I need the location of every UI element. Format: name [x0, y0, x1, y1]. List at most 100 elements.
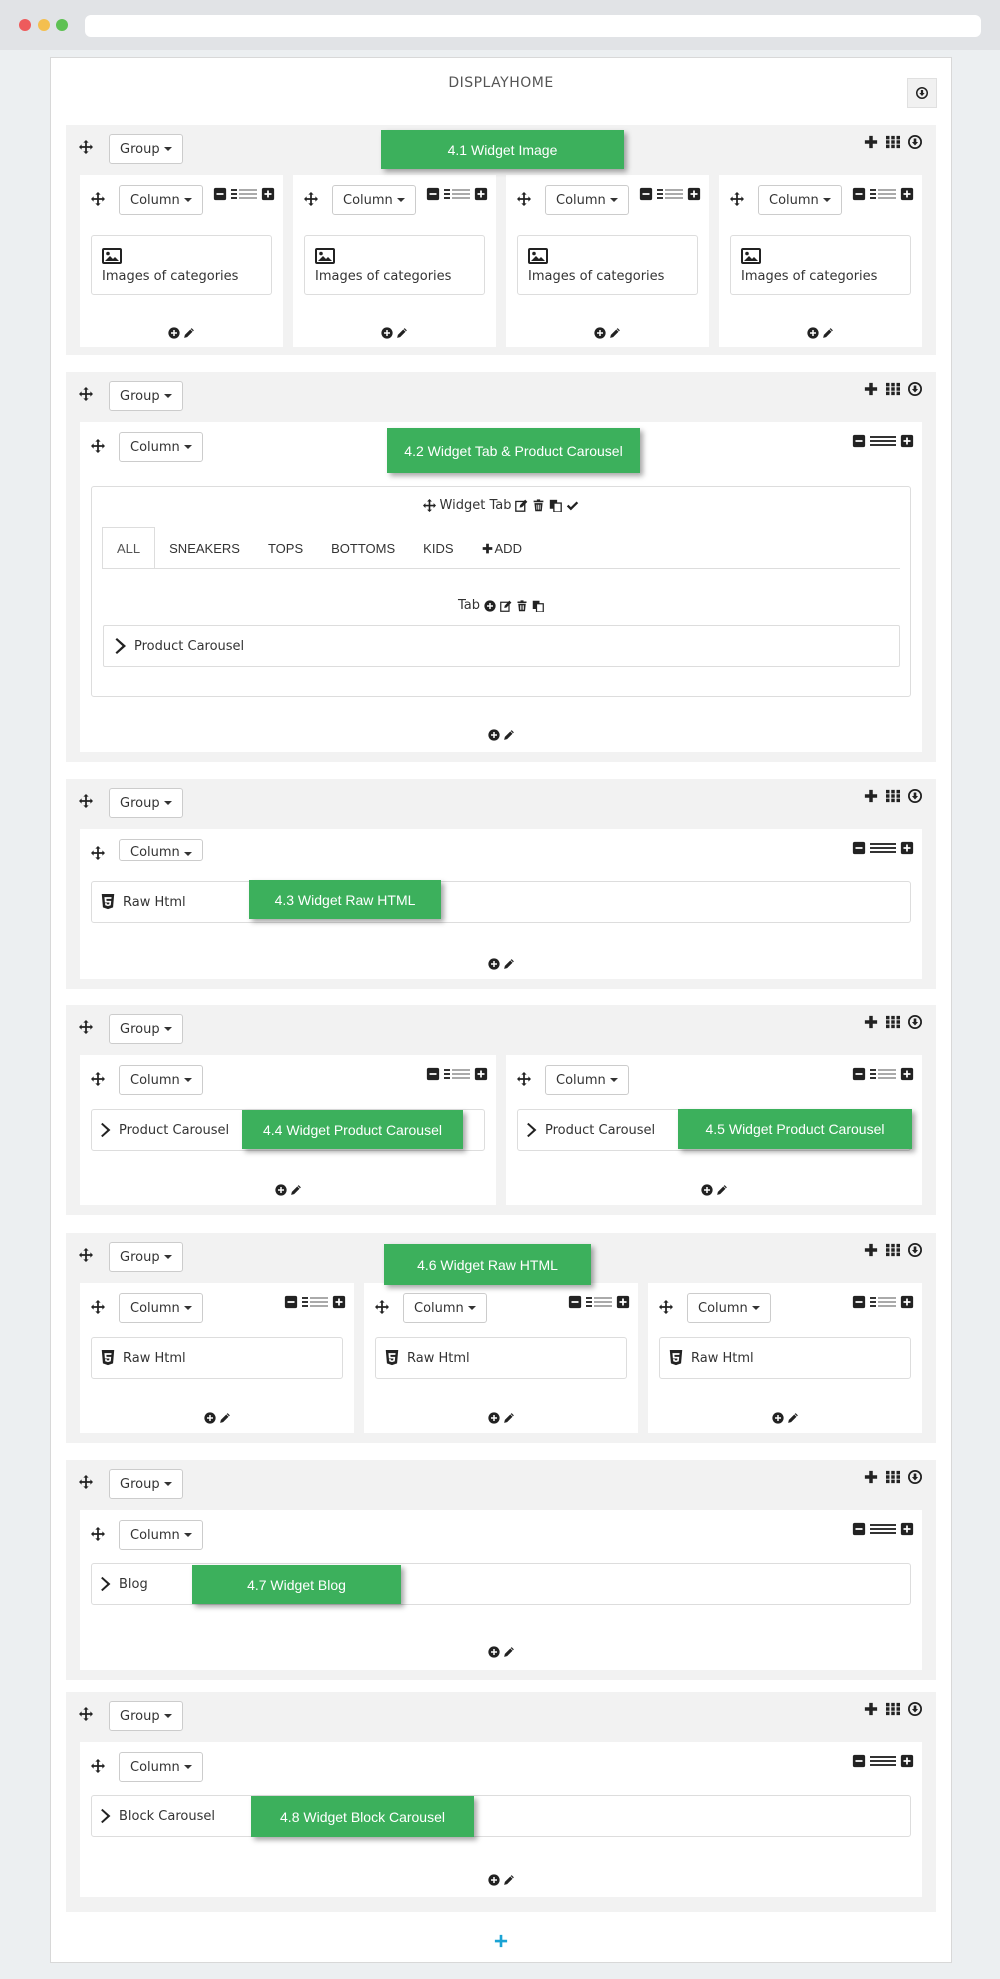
image-widget[interactable]: Images of categories [517, 235, 698, 295]
plus-circle-icon[interactable] [488, 1646, 500, 1658]
group-dropdown[interactable]: Group [109, 134, 183, 164]
group-dropdown[interactable]: Group [109, 1014, 183, 1044]
move-icon[interactable] [91, 1759, 105, 1773]
plus-circle-icon[interactable] [807, 327, 819, 339]
minus-square-icon[interactable] [568, 1295, 582, 1309]
minus-square-icon[interactable] [852, 187, 866, 201]
pencil-icon[interactable] [716, 1184, 728, 1196]
group-dropdown[interactable]: Group [109, 1242, 183, 1272]
pencil-icon[interactable] [503, 958, 515, 970]
grid-icon[interactable] [886, 1243, 900, 1257]
arrow-circle-down-icon[interactable] [908, 789, 922, 803]
product-carousel-widget[interactable]: Product Carousel [103, 625, 900, 667]
minus-square-icon[interactable] [852, 434, 866, 448]
column-dropdown[interactable]: Column [687, 1293, 771, 1323]
plus-circle-icon[interactable] [488, 958, 500, 970]
maximize-window-button[interactable] [56, 19, 68, 31]
move-icon[interactable] [79, 1475, 93, 1489]
plus-icon[interactable] [864, 1243, 878, 1257]
pencil-icon[interactable] [219, 1412, 231, 1424]
plus-icon[interactable] [864, 135, 878, 149]
minus-square-icon[interactable] [426, 187, 440, 201]
image-widget[interactable]: Images of categories [304, 235, 485, 295]
column-dropdown[interactable]: Column [119, 1752, 203, 1782]
add-group-button[interactable] [494, 1933, 508, 1947]
plus-circle-icon[interactable] [484, 600, 496, 612]
column-dropdown[interactable]: Column [758, 185, 842, 215]
move-icon[interactable] [91, 192, 105, 206]
arrow-circle-down-icon[interactable] [908, 1470, 922, 1484]
tab-kids[interactable]: KIDS [409, 527, 467, 569]
plus-icon[interactable] [864, 1702, 878, 1716]
minus-square-icon[interactable] [426, 1067, 440, 1081]
plus-square-icon[interactable] [687, 187, 701, 201]
close-window-button[interactable] [19, 19, 31, 31]
check-icon[interactable] [566, 499, 579, 512]
raw-html-widget[interactable]: Raw Html [375, 1337, 627, 1379]
trash-icon[interactable] [532, 499, 545, 512]
minimize-window-button[interactable] [38, 19, 50, 31]
tab-sneakers[interactable]: SNEAKERS [155, 527, 254, 569]
move-icon[interactable] [79, 794, 93, 808]
grid-icon[interactable] [886, 382, 900, 396]
plus-square-icon[interactable] [474, 1067, 488, 1081]
move-icon[interactable] [375, 1300, 389, 1314]
pencil-icon[interactable] [787, 1412, 799, 1424]
plus-icon[interactable] [864, 382, 878, 396]
plus-square-icon[interactable] [900, 434, 914, 448]
plus-circle-icon[interactable] [488, 729, 500, 741]
hook-collapse-button[interactable] [907, 78, 937, 108]
move-icon[interactable] [91, 1072, 105, 1086]
move-icon[interactable] [304, 192, 318, 206]
plus-square-icon[interactable] [900, 1067, 914, 1081]
plus-circle-icon[interactable] [204, 1412, 216, 1424]
column-dropdown[interactable]: Column [119, 839, 203, 861]
edit-icon[interactable] [500, 600, 512, 612]
pencil-icon[interactable] [396, 327, 408, 339]
pencil-icon[interactable] [822, 327, 834, 339]
arrow-circle-down-icon[interactable] [908, 1015, 922, 1029]
arrow-circle-down-icon[interactable] [908, 382, 922, 396]
plus-square-icon[interactable] [900, 841, 914, 855]
plus-circle-icon[interactable] [772, 1412, 784, 1424]
arrow-circle-down-icon[interactable] [908, 135, 922, 149]
column-dropdown[interactable]: Column [545, 1065, 629, 1095]
move-icon[interactable] [91, 1527, 105, 1541]
move-icon[interactable] [730, 192, 744, 206]
raw-html-widget[interactable]: Raw Html [91, 1337, 343, 1379]
grid-icon[interactable] [886, 789, 900, 803]
plus-circle-icon[interactable] [275, 1184, 287, 1196]
grid-icon[interactable] [886, 1470, 900, 1484]
column-dropdown[interactable]: Column [545, 185, 629, 215]
minus-square-icon[interactable] [852, 1522, 866, 1536]
minus-square-icon[interactable] [284, 1295, 298, 1309]
plus-square-icon[interactable] [616, 1295, 630, 1309]
plus-square-icon[interactable] [900, 1754, 914, 1768]
move-icon[interactable] [423, 499, 436, 512]
arrow-circle-down-icon[interactable] [908, 1243, 922, 1257]
plus-circle-icon[interactable] [168, 327, 180, 339]
edit-icon[interactable] [515, 499, 528, 512]
plus-circle-icon[interactable] [488, 1412, 500, 1424]
pencil-icon[interactable] [503, 1412, 515, 1424]
arrow-circle-down-icon[interactable] [908, 1702, 922, 1716]
copy-icon[interactable] [549, 499, 562, 512]
grid-icon[interactable] [886, 1702, 900, 1716]
group-dropdown[interactable]: Group [109, 1469, 183, 1499]
group-dropdown[interactable]: Group [109, 788, 183, 818]
minus-square-icon[interactable] [639, 187, 653, 201]
column-dropdown[interactable]: Column [119, 1065, 203, 1095]
pencil-icon[interactable] [503, 1646, 515, 1658]
plus-circle-icon[interactable] [594, 327, 606, 339]
move-icon[interactable] [79, 140, 93, 154]
move-icon[interactable] [517, 1072, 531, 1086]
move-icon[interactable] [91, 439, 105, 453]
pencil-icon[interactable] [183, 327, 195, 339]
minus-square-icon[interactable] [852, 841, 866, 855]
pencil-icon[interactable] [503, 729, 515, 741]
pencil-icon[interactable] [609, 327, 621, 339]
plus-circle-icon[interactable] [701, 1184, 713, 1196]
grid-icon[interactable] [886, 135, 900, 149]
plus-circle-icon[interactable] [381, 327, 393, 339]
plus-square-icon[interactable] [332, 1295, 346, 1309]
